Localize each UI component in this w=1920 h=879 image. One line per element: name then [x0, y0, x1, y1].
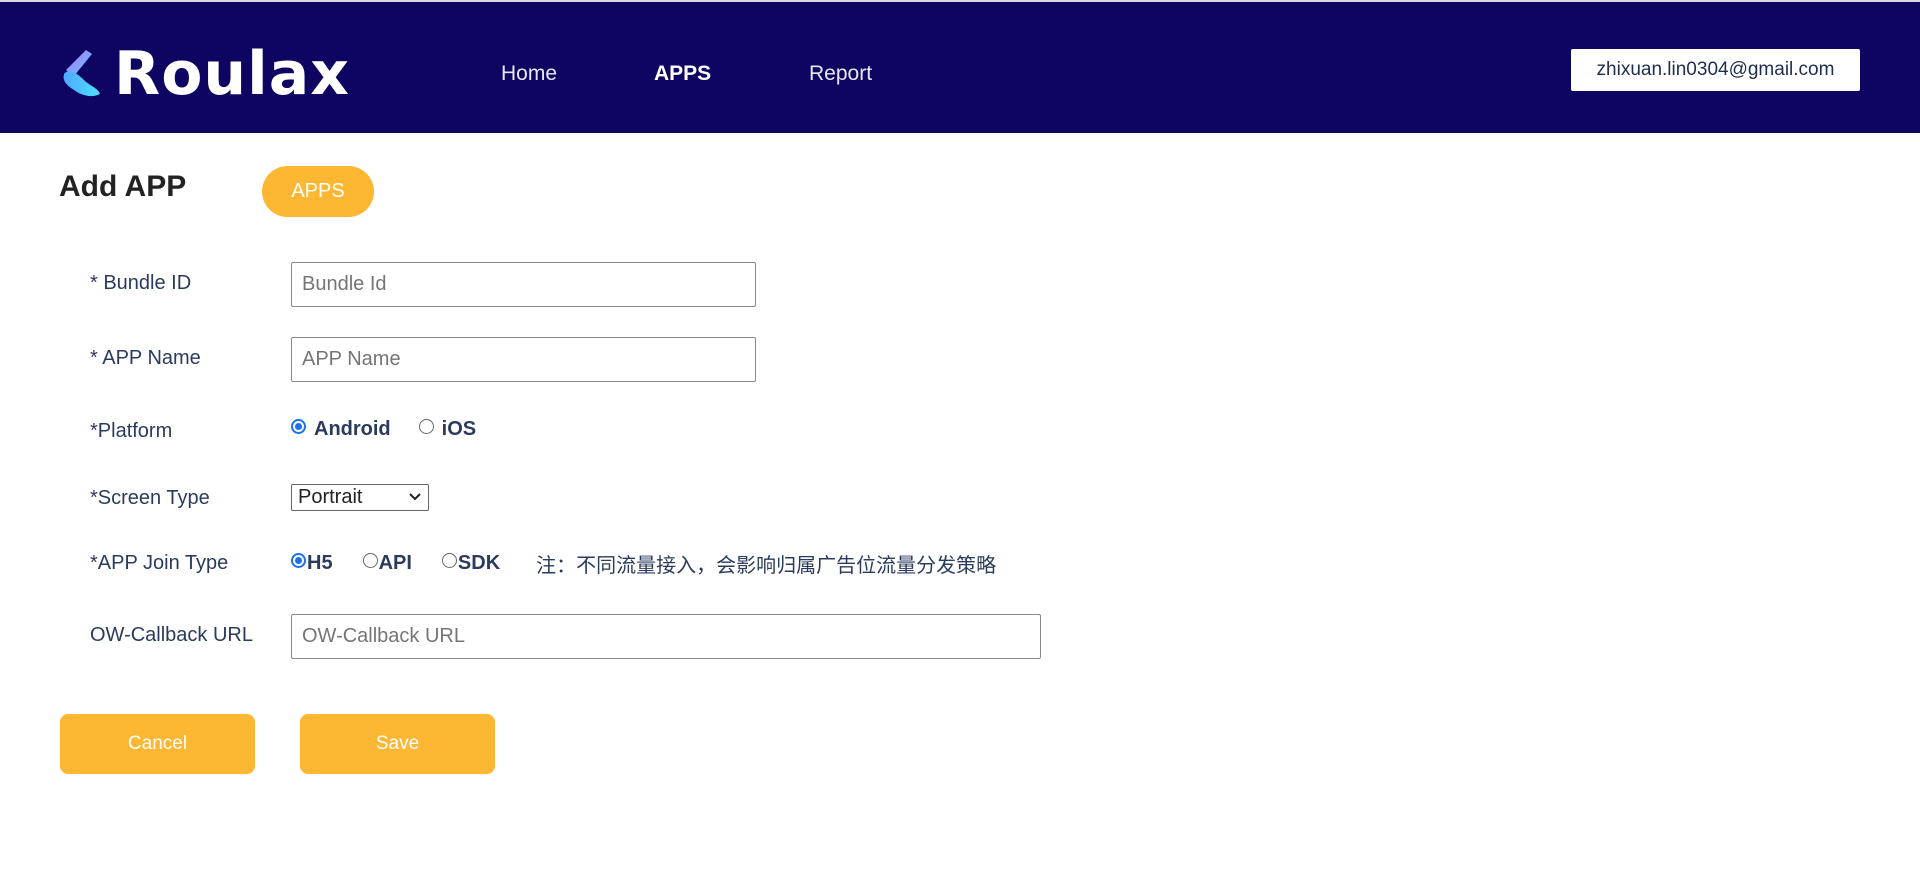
save-button[interactable]: Save	[300, 714, 495, 774]
chevron-down-icon	[409, 493, 421, 501]
radio-checked-icon[interactable]	[291, 419, 306, 434]
screen-type-label: *Screen Type	[90, 487, 210, 509]
platform-option-android[interactable]: Android	[291, 418, 391, 441]
join-type-radio-group: H5 API SDK 注：不同流量接入，会影响归属广告位流量分发策略	[291, 549, 996, 578]
join-type-h5-label: H5	[307, 552, 333, 574]
cancel-button[interactable]: Cancel	[60, 714, 255, 774]
brand-name: Roulax	[114, 39, 350, 109]
join-type-api-label: API	[378, 552, 412, 574]
page-title: Add APP	[59, 170, 187, 203]
nav-report[interactable]: Report	[809, 62, 872, 86]
nav-home[interactable]: Home	[501, 62, 557, 86]
radio-unchecked-icon[interactable]	[441, 553, 457, 568]
callback-url-input[interactable]	[291, 614, 1041, 659]
roulax-logo[interactable]: Roulax	[58, 39, 350, 109]
platform-ios-label: iOS	[441, 418, 477, 440]
join-type-option-h5[interactable]: H5	[291, 552, 333, 575]
save-button-label: Save	[375, 733, 420, 754]
platform-android-label: Android	[314, 418, 391, 440]
user-account-button[interactable]: zhixuan.lin0304@gmail.com	[1571, 49, 1860, 91]
platform-label: *Platform	[90, 420, 173, 442]
callback-url-label: OW-Callback URL	[90, 624, 253, 646]
platform-radio-group: Android iOS	[291, 418, 476, 441]
platform-option-ios[interactable]: iOS	[418, 418, 477, 441]
app-name-input[interactable]	[291, 337, 756, 382]
apps-back-button[interactable]: APPS	[262, 166, 374, 217]
radio-checked-icon[interactable]	[291, 553, 306, 568]
app-name-label: * APP Name	[90, 347, 201, 369]
roulax-logo-icon	[63, 50, 100, 97]
apps-pill-label: APPS	[291, 180, 345, 202]
nav-apps[interactable]: APPS	[654, 62, 711, 86]
top-nav-bar: Roulax Home APPS Report zhixuan.lin0304@…	[0, 0, 1920, 133]
screen-type-select[interactable]: Portrait	[291, 484, 429, 511]
user-email-text: zhixuan.lin0304@gmail.com	[1596, 59, 1835, 80]
radio-unchecked-icon[interactable]	[418, 419, 434, 434]
join-type-option-api[interactable]: API	[362, 552, 412, 575]
join-type-note: 注：不同流量接入，会影响归属广告位流量分发策略	[536, 555, 997, 577]
bundle-id-input[interactable]	[291, 262, 756, 307]
bundle-id-label: * Bundle ID	[90, 272, 192, 294]
join-type-option-sdk[interactable]: SDK	[441, 552, 501, 575]
radio-unchecked-icon[interactable]	[362, 553, 378, 568]
join-type-label: *APP Join Type	[90, 552, 229, 574]
screen-type-value: Portrait	[298, 486, 363, 508]
join-type-sdk-label: SDK	[457, 552, 501, 574]
cancel-button-label: Cancel	[127, 733, 188, 754]
